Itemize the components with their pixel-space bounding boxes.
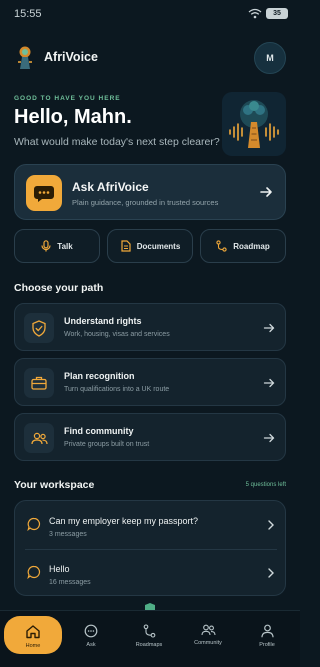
nav-roadmaps-label: Roadmaps (135, 642, 163, 648)
ask-card-subtitle: Plain guidance, grounded in trusted sour… (72, 198, 219, 207)
nav-ask[interactable]: Ask (62, 611, 120, 661)
nav-profile-label: Profile (259, 642, 275, 648)
path-item-title: Understand rights (64, 316, 142, 326)
documents-button[interactable]: Documents (107, 229, 193, 263)
chat-bubble-icon (27, 517, 41, 531)
status-bar: 15:55 35 (0, 0, 300, 28)
app-header: AfriVoice M (14, 42, 286, 74)
chevron-right-icon (268, 520, 274, 530)
roadmap-icon (216, 240, 227, 252)
questions-left-badge: 5 questions left (245, 482, 286, 488)
status-icons: 35 (248, 8, 288, 19)
greeting-subtitle: What would make today's next step cleare… (14, 136, 220, 148)
path-section-title: Choose your path (14, 282, 104, 294)
conversation-item[interactable]: Can my employer keep my passport? 3 mess… (15, 503, 287, 549)
chat-bubble-icon (27, 565, 41, 579)
afrivoice-logo-icon (18, 46, 32, 69)
greeting-title: Hello, Mahn. (14, 106, 132, 128)
path-item-subtitle: Work, housing, visas and services (64, 331, 170, 338)
nav-community[interactable]: Community (179, 611, 237, 661)
avatar[interactable]: M (254, 42, 286, 74)
greeting-overline: GOOD TO HAVE YOU HERE (14, 95, 121, 102)
ask-afrivoice-card[interactable]: Ask AfriVoice Plain guidance, grounded i… (14, 164, 286, 220)
briefcase-icon (24, 368, 54, 398)
path-item-understand-rights[interactable]: Understand rights Work, housing, visas a… (14, 303, 286, 351)
person-icon (260, 624, 274, 638)
shield-check-icon (24, 313, 54, 343)
nav-home[interactable]: Home (4, 616, 62, 654)
talk-label: Talk (57, 241, 73, 251)
path-item-subtitle: Private groups built on trust (64, 441, 150, 448)
people-icon (200, 624, 216, 636)
ask-card-title: Ask AfriVoice (72, 180, 149, 194)
app-title: AfriVoice (44, 50, 98, 64)
status-time: 15:55 (14, 8, 42, 20)
chat-icon (84, 624, 98, 638)
bottom-nav: Home Ask Roadmaps Community Profile (0, 610, 300, 667)
arrow-right-icon (263, 323, 275, 333)
arrow-right-icon (260, 187, 272, 197)
documents-label: Documents (136, 241, 181, 251)
arrow-right-icon (263, 433, 275, 443)
roadmap-label: Roadmap (233, 241, 270, 251)
conversation-title: Can my employer keep my passport? (49, 516, 199, 526)
roadmap-icon (143, 624, 155, 638)
home-icon (26, 625, 40, 639)
workspace-card: Can my employer keep my passport? 3 mess… (14, 500, 286, 596)
arrow-right-icon (263, 378, 275, 388)
hero-illustration (222, 92, 286, 156)
nav-ask-label: Ask (86, 642, 96, 648)
path-item-subtitle: Turn qualifications into a UK route (64, 386, 170, 393)
chat-bubble-icon (26, 175, 62, 211)
quick-actions: Talk Documents Roadmap (14, 229, 286, 263)
wifi-icon (248, 8, 262, 19)
chevron-right-icon (268, 568, 274, 578)
battery-icon: 35 (266, 8, 288, 19)
path-item-title: Find community (64, 426, 134, 436)
nav-home-label: Home (25, 643, 41, 649)
microphone-icon (41, 240, 51, 252)
conversation-title: Hello (49, 564, 70, 574)
divider (25, 549, 277, 550)
talk-button[interactable]: Talk (14, 229, 100, 263)
workspace-title: Your workspace (14, 479, 95, 491)
conversation-item[interactable]: Hello 16 messages (15, 551, 287, 597)
nav-roadmaps[interactable]: Roadmaps (120, 611, 178, 661)
path-item-plan-recognition[interactable]: Plan recognition Turn qualifications int… (14, 358, 286, 406)
people-icon (24, 423, 54, 453)
conversation-meta: 3 messages (49, 531, 87, 538)
documents-icon (121, 240, 131, 252)
roadmap-button[interactable]: Roadmap (200, 229, 286, 263)
nav-community-label: Community (194, 640, 222, 646)
path-item-title: Plan recognition (64, 371, 135, 381)
nav-profile[interactable]: Profile (238, 611, 296, 661)
conversation-meta: 16 messages (49, 579, 91, 586)
path-item-find-community[interactable]: Find community Private groups built on t… (14, 413, 286, 461)
